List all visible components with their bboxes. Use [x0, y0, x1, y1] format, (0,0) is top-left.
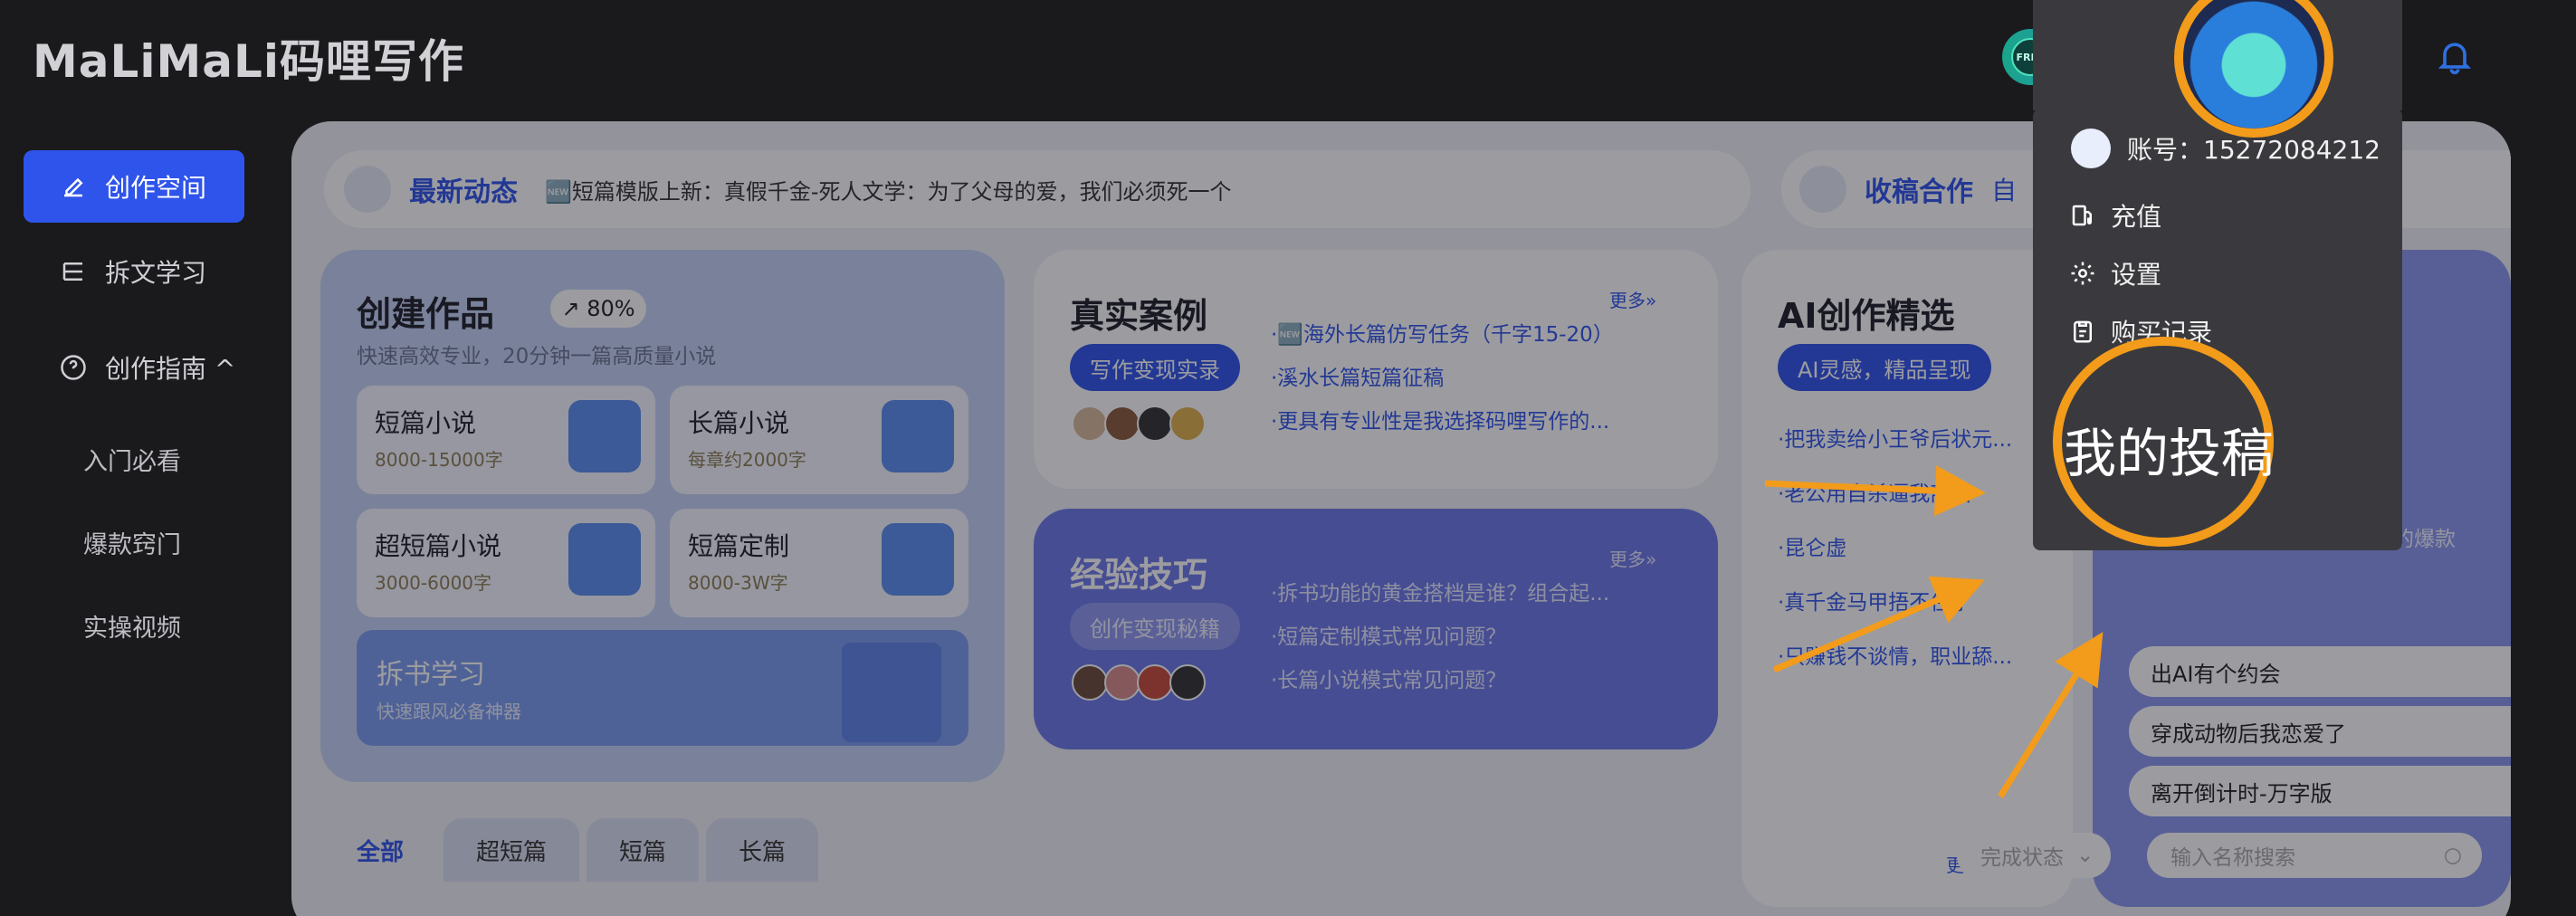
menu-settings[interactable]: 设置: [2069, 255, 2161, 291]
type-desc: 3000-6000字: [375, 572, 492, 594]
trending-item[interactable]: 出AI有个约会: [2129, 646, 2511, 697]
cases-avatars: [1072, 406, 1206, 442]
type-desc: 8000-3W字: [688, 572, 788, 594]
experience-link[interactable]: ·长篇小说模式常见问题？: [1271, 663, 1506, 693]
create-short-novel[interactable]: 短篇小说 8000-15000字: [357, 386, 655, 494]
pen-icon: [64, 177, 83, 197]
clipboard-icon: [2074, 320, 2092, 343]
book-study-button[interactable]: 拆书学习 快速跟风必备神器: [357, 630, 968, 746]
create-ultra-short-novel[interactable]: 超短篇小说 3000-6000字: [357, 509, 655, 617]
chevron-down-icon: ⌄: [2076, 844, 2094, 867]
sidebar-subitem-intro[interactable]: 入门必看: [83, 442, 181, 477]
recharge-label: 充值: [2111, 202, 2162, 232]
avatar: [1169, 406, 1206, 442]
ai-pill[interactable]: AI灵感，精品呈现: [1778, 344, 1991, 391]
type-title: 短篇定制: [688, 531, 790, 561]
news-title: 最新动态: [409, 177, 518, 208]
experience-title: 经验技巧: [1070, 555, 1208, 595]
avatar: [1104, 664, 1140, 701]
news-text[interactable]: 🆕短篇模版上新：真假千金-死人文学：为了父母的爱，我们必须死一个: [545, 174, 1232, 205]
sidebar-subitem-tips[interactable]: 爆款窍门: [83, 525, 181, 560]
experience-pill[interactable]: 创作变现秘籍: [1070, 603, 1240, 650]
category-tabs: 全部 超短篇 短篇 长篇: [324, 818, 825, 882]
bell-icon[interactable]: [2435, 36, 2475, 76]
case-link[interactable]: ·更具有专业性是我选择码哩写作的...: [1271, 404, 1609, 434]
type-desc: 每章约2000字: [688, 449, 806, 471]
tab-long[interactable]: 长篇: [706, 818, 819, 882]
sidebar-item-guide[interactable]: 创作指南 ^: [24, 331, 244, 404]
growth-value: 80%: [587, 296, 635, 321]
gear-icon: [2071, 262, 2094, 285]
globe-icon: [344, 166, 391, 213]
case-link[interactable]: ·🆕海外长篇仿写任务（千字15-20）: [1271, 317, 1614, 348]
cases-more-link[interactable]: 更多»: [1609, 286, 1656, 312]
avatar: [1104, 406, 1140, 442]
trending-item[interactable]: 穿成动物后我恋爱了: [2129, 706, 2511, 757]
news-ticker[interactable]: 最新动态 🆕短篇模版上新：真假千金-死人文学：为了父母的爱，我们必须死一个: [324, 150, 1751, 228]
sidebar-item-study[interactable]: 拆文学习: [24, 235, 244, 308]
book-tools-icon: [882, 523, 954, 596]
create-custom-short[interactable]: 短篇定制 8000-3W字: [670, 509, 968, 617]
growth-badge: ↗ 80%: [550, 290, 646, 328]
status-select[interactable]: 完成状态 ⌄: [1957, 833, 2111, 878]
sidebar-item-workspace[interactable]: 创作空间: [24, 150, 244, 223]
cases-pill[interactable]: 写作变现实录: [1070, 344, 1240, 391]
handshake-icon: [1799, 166, 1846, 213]
avatar: [1169, 664, 1206, 701]
avatar: [1072, 664, 1108, 701]
cooperation-title: 收稿合作: [1865, 177, 1973, 208]
annotation-arrows: [1764, 465, 2104, 798]
trending-item[interactable]: 离开倒计时-万字版: [2129, 766, 2511, 816]
type-title: 短篇小说: [375, 408, 477, 438]
avatar: [1137, 664, 1173, 701]
search-placeholder: 输入名称搜索: [2171, 846, 2295, 870]
help-circle-icon: [61, 355, 86, 380]
book-stack-icon: [62, 262, 82, 281]
experience-card: 经验技巧 更多» 创作变现秘籍 ·拆书功能的黄金搭档是谁？组合起... ·短篇定…: [1034, 509, 1718, 749]
tab-all[interactable]: 全部: [324, 818, 437, 882]
sidebar-item-label: 创作空间: [105, 173, 207, 203]
type-desc: 8000-15000字: [375, 449, 503, 471]
experience-more-link[interactable]: 更多»: [1609, 545, 1656, 571]
create-subtitle: 快速高效专业，20分钟一篇高质量小说: [357, 345, 717, 368]
sidebar-subitem-videos[interactable]: 实操视频: [83, 608, 181, 644]
document-icon: [568, 523, 641, 596]
type-title: 长篇小说: [688, 408, 790, 438]
experience-link[interactable]: ·短篇定制模式常见问题？: [1271, 619, 1506, 650]
avatar: [1137, 406, 1173, 442]
book-icon: [842, 643, 941, 742]
menu-recharge[interactable]: 充值: [2069, 197, 2161, 234]
ai-title: AI创作精选: [1778, 296, 1955, 336]
name-search-input[interactable]: 输入名称搜索 ○: [2147, 833, 2482, 878]
create-long-novel[interactable]: 长篇小说 每章约2000字: [670, 386, 968, 494]
experience-link[interactable]: ·拆书功能的黄金搭档是谁？组合起...: [1271, 576, 1609, 606]
settings-label: 设置: [2111, 260, 2162, 290]
search-icon: ○: [2443, 844, 2462, 867]
case-link[interactable]: ·溪水长篇短篇征稿: [1271, 360, 1444, 391]
create-works-card: 创建作品 ↗ 80% 快速高效专业，20分钟一篇高质量小说 短篇小说 8000-…: [320, 250, 1005, 782]
tab-ultra-short[interactable]: 超短篇: [444, 818, 580, 882]
experience-avatars: [1072, 664, 1206, 701]
create-title: 创建作品: [357, 294, 495, 334]
sidebar-item-label: 创作指南 ^: [105, 354, 236, 384]
app-logo[interactable]: MaLiMaLi码哩写作: [33, 25, 464, 91]
status-select-label: 完成状态: [1980, 846, 2064, 870]
fuel-icon: [2072, 205, 2092, 226]
cases-title: 真实案例: [1070, 296, 1208, 336]
learn-desc: 快速跟风必备神器: [377, 701, 521, 722]
cooperation-text: 自: [1991, 176, 2018, 205]
real-cases-card: 真实案例 更多» 写作变现实录 ·🆕海外长篇仿写任务（千字15-20） ·溪水长…: [1034, 250, 1718, 489]
learn-title: 拆书学习: [377, 659, 485, 691]
avatar: [2071, 129, 2111, 168]
tab-short[interactable]: 短篇: [587, 818, 700, 882]
sidebar-item-label: 拆文学习: [105, 258, 207, 288]
type-title: 超短篇小说: [375, 531, 502, 561]
avatar: [1072, 406, 1108, 442]
menu-account[interactable]: 账号：15272084212: [2071, 129, 2380, 168]
book-star-icon: [568, 400, 641, 472]
edit-card-icon: [882, 400, 954, 472]
